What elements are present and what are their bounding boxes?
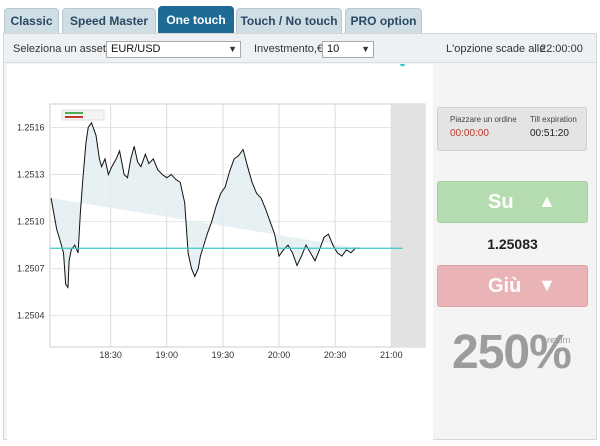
y-tick-label: 1.2507 (17, 264, 45, 274)
legend-box (61, 109, 105, 121)
tab-pro-option[interactable]: PRO option (345, 8, 422, 33)
x-tick-label: 19:00 (156, 350, 179, 360)
y-tick-label: 1.2513 (17, 170, 45, 180)
expiry-zone (391, 104, 425, 347)
tab-one-touch[interactable]: One touch (158, 6, 234, 34)
current-price: 1.25083 (487, 236, 538, 252)
expiry-label: L'opzione scade alle (446, 43, 546, 55)
trading-panel: Seleziona un asset EUR/USD ▼ Investmento… (3, 33, 597, 440)
tab-touch-no-touch[interactable]: Touch / No touch (236, 8, 342, 33)
expiry-time: 22:00:00 (540, 43, 583, 55)
investment-select-value: 10 (327, 43, 340, 55)
return-percentage: 250% (452, 326, 572, 379)
return-label: return (547, 335, 571, 345)
asset-select-value: EUR/USD (111, 43, 161, 55)
order-timer-box: Piazzare un ordine 00:00:00 Till expirat… (437, 107, 587, 151)
investment-select[interactable]: 10 ▼ (322, 41, 374, 58)
x-tick-label: 21:00 (380, 350, 403, 360)
place-order-label: Piazzare un ordine (450, 115, 517, 124)
tab-classic[interactable]: Classic (4, 8, 59, 33)
asset-select[interactable]: EUR/USD ▼ (106, 41, 241, 58)
tab-speed-master[interactable]: Speed Master (62, 8, 156, 33)
x-tick-label: 18:30 (99, 350, 122, 360)
chevron-down-icon: ▼ (228, 44, 237, 54)
till-expiration-label: Till expiration (530, 115, 577, 124)
price-chart-svg: 1.2504 1.2507 1.2510 1.2513 1.2516 18:30 19:00… (17, 61, 426, 360)
x-tick-label: 20:00 (268, 350, 291, 360)
up-button-label: Su (488, 191, 514, 213)
down-button-label: Giù (488, 275, 522, 297)
price-chart: 1.2504 1.2507 1.2510 1.2513 1.2516 18:30 19:00… (7, 61, 433, 440)
place-order-time: 00:00:00 (450, 128, 489, 139)
arrow-down-icon: ▼ (538, 275, 556, 295)
y-tick-label: 1.2510 (17, 217, 45, 227)
x-tick-label: 19:30 (212, 350, 235, 360)
y-tick-label: 1.2516 (17, 123, 45, 133)
x-tick-label: 20:30 (324, 350, 347, 360)
current-price-dot (400, 61, 406, 67)
investment-label: Investmento,€ (254, 43, 324, 55)
chevron-down-icon: ▼ (361, 44, 370, 54)
till-expiration-time: 00:51:20 (530, 128, 569, 139)
toolbar: Seleziona un asset EUR/USD ▼ Investmento… (4, 34, 596, 63)
down-button[interactable]: Giù ▼ (437, 265, 588, 307)
asset-label: Seleziona un asset (13, 43, 106, 55)
y-tick-label: 1.2504 (17, 311, 45, 321)
arrow-up-icon: ▲ (538, 191, 556, 211)
app-frame: Classic Speed Master One touch Touch / N… (0, 0, 600, 446)
up-button[interactable]: Su ▲ (437, 181, 588, 223)
